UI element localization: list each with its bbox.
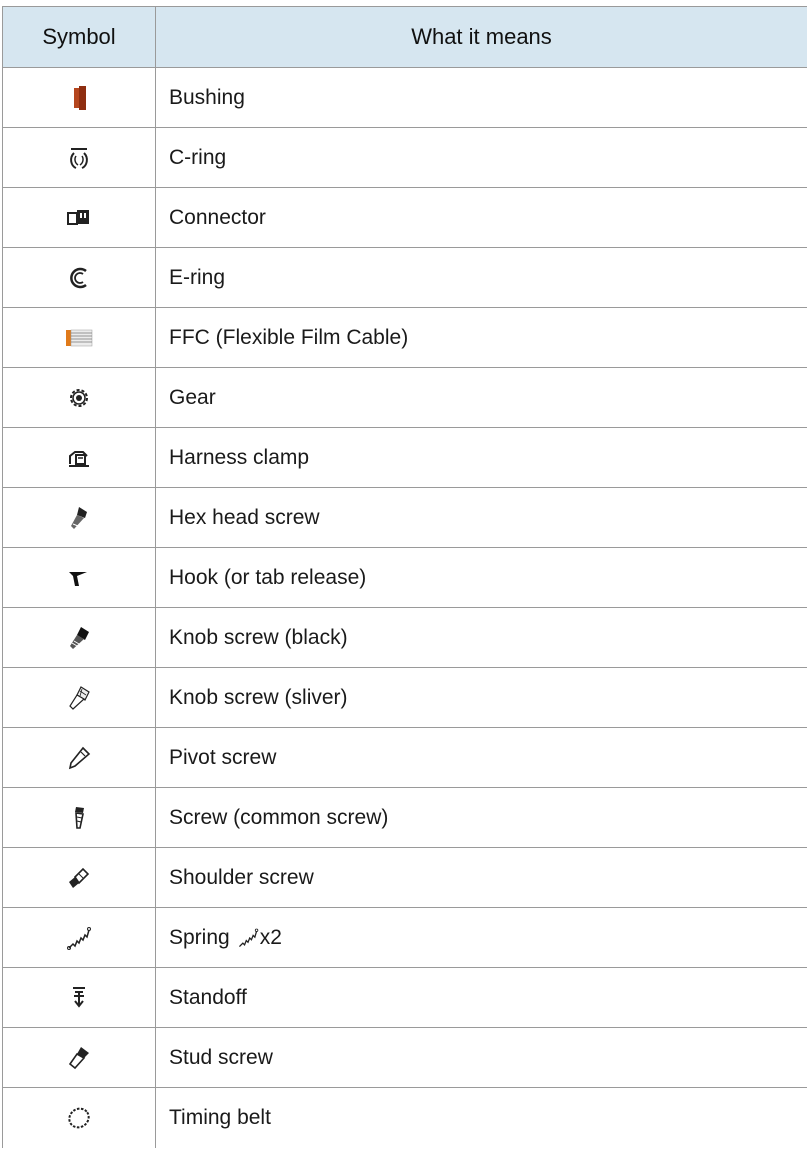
hook-icon	[69, 571, 87, 586]
table-row: Screw (common screw)	[3, 788, 807, 848]
connector-icon	[67, 209, 89, 225]
table-row: Stud screw	[3, 1028, 807, 1088]
table-row: Shoulder screw	[3, 848, 807, 908]
row-label-suffix: x2	[259, 925, 282, 949]
row-label: Gear	[156, 368, 807, 428]
row-label: Bushing	[156, 68, 807, 128]
row-label: Spring	[169, 925, 230, 949]
table-row: Bushing	[3, 68, 807, 128]
table-row: C-ring	[3, 128, 807, 188]
row-label: Stud screw	[156, 1028, 807, 1088]
row-label: Shoulder screw	[156, 848, 807, 908]
screw-icon	[75, 806, 84, 829]
knob-screw-black-icon	[70, 626, 89, 649]
row-label: Hex head screw	[156, 488, 807, 548]
row-label: Standoff	[156, 968, 807, 1028]
bushing-icon	[74, 85, 86, 110]
gear-icon	[70, 388, 88, 407]
row-label: E-ring	[156, 248, 807, 308]
table-row: Hook (or tab release)	[3, 548, 807, 608]
row-label: FFC (Flexible Film Cable)	[156, 308, 807, 368]
harness-clamp-icon	[69, 450, 89, 467]
e-ring-icon	[70, 267, 87, 288]
shoulder-screw-icon	[69, 867, 90, 888]
c-ring-icon	[70, 147, 88, 169]
header-symbol: Symbol	[3, 7, 156, 68]
row-label: C-ring	[156, 128, 807, 188]
row-label: Connector	[156, 188, 807, 248]
table-row: Knob screw (black)	[3, 608, 807, 668]
row-label: Harness clamp	[156, 428, 807, 488]
table-row: Timing belt	[3, 1088, 807, 1148]
row-label: Knob screw (sliver)	[156, 668, 807, 728]
spring-icon	[238, 928, 258, 947]
table-row: FFC (Flexible Film Cable)	[3, 308, 807, 368]
stud-screw-icon	[68, 1046, 89, 1069]
row-label: Pivot screw	[156, 728, 807, 788]
table-row: Knob screw (sliver)	[3, 668, 807, 728]
table-row: Standoff	[3, 968, 807, 1028]
table-row: Connector	[3, 188, 807, 248]
table-row: Harness clamp	[3, 428, 807, 488]
symbol-table: Symbol What it means Bushing C-ring Conn…	[2, 6, 807, 1148]
table-row: Hex head screw	[3, 488, 807, 548]
header-meaning: What it means	[156, 7, 807, 68]
table-row: E-ring	[3, 248, 807, 308]
row-label: Timing belt	[156, 1088, 807, 1148]
table-header: Symbol What it means	[3, 7, 807, 68]
row-label: Screw (common screw)	[156, 788, 807, 848]
row-label: Knob screw (black)	[156, 608, 807, 668]
hex-head-screw-icon	[71, 506, 87, 529]
table-row: Pivot screw	[3, 728, 807, 788]
timing-belt-icon	[68, 1107, 90, 1129]
knob-screw-silver-icon	[69, 685, 90, 710]
table-row: Gear	[3, 368, 807, 428]
row-label: Hook (or tab release)	[156, 548, 807, 608]
ffc-icon	[66, 329, 93, 346]
standoff-icon	[73, 986, 85, 1008]
pivot-screw-icon	[68, 746, 91, 769]
table-row: Spring x2	[3, 908, 807, 968]
spring-icon	[67, 926, 91, 950]
